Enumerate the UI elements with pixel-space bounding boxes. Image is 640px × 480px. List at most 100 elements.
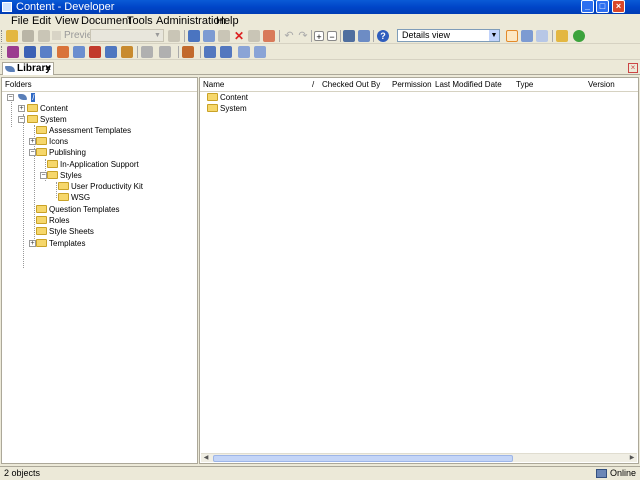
print-icon[interactable] — [38, 30, 50, 42]
collapse-icon[interactable]: − — [18, 116, 25, 123]
menu-file[interactable]: File — [9, 15, 31, 27]
menu-tools[interactable]: Tools — [125, 15, 155, 27]
folder-open-icon — [47, 170, 58, 179]
details-pane: Name / Checked Out By Permission Last Mo… — [199, 77, 639, 464]
folder-options-icon[interactable] — [556, 30, 568, 42]
collapse-icon[interactable]: − — [29, 149, 36, 156]
history-icon[interactable] — [254, 46, 266, 58]
question-icon[interactable] — [159, 46, 171, 58]
details-view-icon[interactable] — [506, 30, 518, 42]
expand-icon[interactable]: + — [29, 138, 36, 145]
scroll-left-icon[interactable]: ◀ — [201, 454, 211, 463]
maximize-button[interactable]: □ — [596, 0, 609, 13]
toolbar-grip[interactable] — [1, 46, 3, 58]
tree-item-assessment-templates[interactable]: Assessment Templates — [36, 125, 131, 136]
tree-item-in-application-support[interactable]: In-Application Support — [47, 159, 139, 170]
save-icon[interactable] — [22, 30, 34, 42]
binoculars-icon[interactable] — [343, 30, 355, 42]
collapse-icon[interactable]: − — [40, 172, 47, 179]
tree-item-question-templates[interactable]: Question Templates — [36, 204, 120, 215]
tree-item-system[interactable]: − System — [18, 114, 67, 125]
folder-icon — [36, 226, 47, 235]
check-in-icon[interactable] — [204, 46, 216, 58]
delete-icon[interactable]: ✕ — [233, 30, 245, 42]
open-folder-icon[interactable] — [6, 30, 18, 42]
column-name[interactable]: Name — [203, 78, 224, 92]
menu-help[interactable]: Help — [214, 15, 241, 27]
publish-icon[interactable] — [182, 46, 194, 58]
menu-view[interactable]: View — [53, 15, 81, 27]
tree-item-wsg[interactable]: WSG — [58, 192, 90, 203]
close-pane-icon[interactable]: × — [628, 63, 638, 73]
filter-icon[interactable] — [168, 30, 180, 42]
expand-icon[interactable]: + — [29, 240, 36, 247]
list-item[interactable]: Content — [207, 92, 248, 103]
help-icon[interactable]: ? — [377, 30, 389, 42]
folders-pane: Folders − / + Content − System Assessmen… — [1, 77, 198, 464]
undo-icon[interactable]: ↶ — [283, 30, 295, 42]
connection-label: Online — [609, 468, 636, 478]
expand-icon[interactable]: + — [314, 31, 324, 42]
window-title: Content - Developer — [16, 1, 115, 13]
collapse-icon[interactable]: − — [327, 31, 337, 42]
new-assessment-icon[interactable] — [121, 46, 133, 58]
tree-item-label: In-Application Support — [60, 160, 139, 169]
list-item[interactable]: System — [207, 103, 247, 114]
standard-toolbar: Preview ▼ ✕ ↶ ↷ + − ? Details view ▼ — [0, 28, 640, 44]
insert-icon[interactable] — [141, 46, 153, 58]
split-view-icon[interactable] — [536, 30, 548, 42]
column-permission[interactable]: Permission — [392, 78, 432, 92]
copy-icon[interactable] — [203, 30, 215, 42]
list-view-icon[interactable] — [521, 30, 533, 42]
tree-item-label: Assessment Templates — [49, 126, 132, 135]
close-button[interactable]: × — [612, 0, 625, 13]
folder-icon — [207, 103, 218, 112]
new-glossary-icon[interactable] — [89, 46, 101, 58]
tree-root[interactable]: − / — [7, 92, 36, 103]
new-package-icon[interactable] — [73, 46, 85, 58]
cut-icon[interactable] — [188, 30, 200, 42]
new-module-icon[interactable] — [7, 46, 19, 58]
new-topic-icon[interactable] — [40, 46, 52, 58]
close-tab-icon[interactable]: × — [45, 63, 51, 75]
expand-icon[interactable]: + — [18, 105, 25, 112]
check-out-icon[interactable] — [220, 46, 232, 58]
find-icon[interactable] — [263, 30, 275, 42]
tree-item-label: Roles — [49, 216, 70, 225]
check-icon[interactable] — [358, 30, 370, 42]
new-web-page-icon[interactable] — [57, 46, 69, 58]
tree-item-publishing[interactable]: − Publishing — [29, 147, 86, 158]
preview-mode-select[interactable]: ▼ — [90, 29, 164, 42]
minimize-button[interactable]: _ — [581, 0, 594, 13]
get-latest-icon[interactable] — [238, 46, 250, 58]
refresh-icon[interactable] — [573, 30, 585, 42]
paste-icon[interactable] — [218, 30, 230, 42]
redo-icon[interactable]: ↷ — [297, 30, 309, 42]
new-role-icon[interactable] — [105, 46, 117, 58]
toolbar-grip[interactable] — [1, 30, 3, 42]
column-type[interactable]: Type — [516, 78, 533, 92]
list-item-name: Content — [220, 93, 249, 102]
scroll-thumb[interactable] — [213, 455, 513, 462]
column-checked-out-by[interactable]: Checked Out By — [322, 78, 380, 92]
tree-item-roles[interactable]: Roles — [36, 215, 69, 226]
new-section-icon[interactable] — [24, 46, 36, 58]
tree-item-icons[interactable]: + Icons — [29, 136, 68, 147]
menu-edit[interactable]: Edit — [30, 15, 53, 27]
view-mode-select[interactable]: Details view ▼ — [397, 29, 500, 42]
tree-item-content[interactable]: + Content — [18, 103, 68, 114]
horizontal-scrollbar[interactable]: ◀ ▶ — [201, 453, 637, 462]
column-version[interactable]: Version — [588, 78, 615, 92]
tab-library[interactable]: Library × — [2, 62, 54, 75]
properties-icon[interactable] — [248, 30, 260, 42]
tree-item-templates[interactable]: + Templates — [29, 238, 85, 249]
document-toolbar — [0, 44, 640, 60]
scroll-right-icon[interactable]: ▶ — [627, 454, 637, 463]
tree-item-style-sheets[interactable]: Style Sheets — [36, 226, 94, 237]
column-last-modified-date[interactable]: Last Modified Date — [435, 78, 502, 92]
tree-item-user-productivity-kit[interactable]: User Productivity Kit — [58, 181, 143, 192]
folder-icon — [36, 136, 47, 145]
preview-button[interactable]: Preview — [52, 29, 100, 43]
tree-item-styles[interactable]: − Styles — [40, 170, 82, 181]
collapse-icon[interactable]: − — [7, 94, 14, 101]
